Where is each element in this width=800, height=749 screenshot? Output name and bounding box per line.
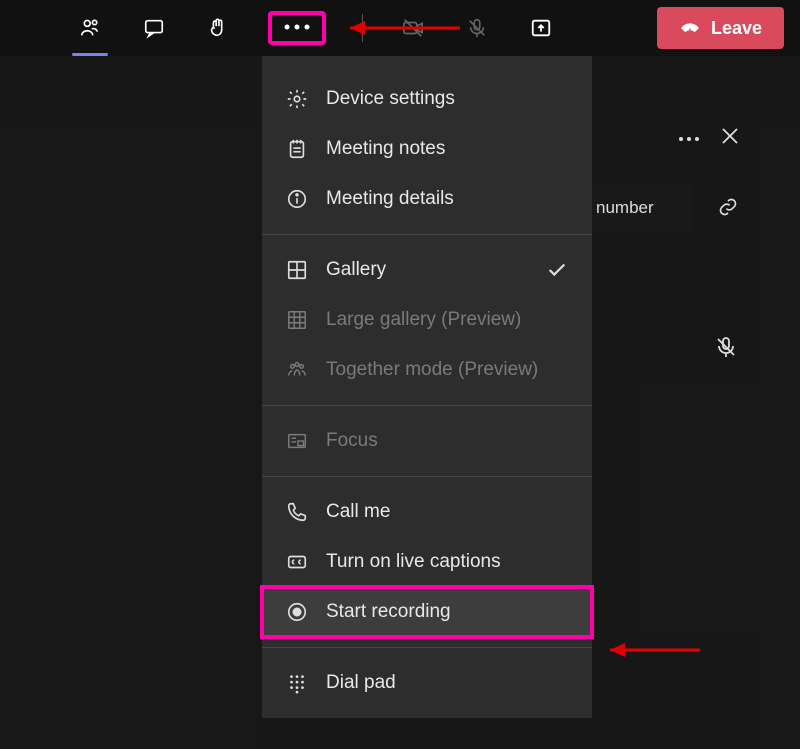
menu-separator <box>262 234 592 235</box>
menu-label: Dial pad <box>326 672 396 694</box>
cc-icon <box>286 551 308 573</box>
menu-separator <box>262 476 592 477</box>
menu-dial-pad[interactable]: Dial pad <box>262 658 592 708</box>
menu-label: Focus <box>326 430 378 452</box>
meeting-toolbar: Leave <box>0 0 800 56</box>
menu-label: Meeting notes <box>326 138 445 160</box>
panel-controls <box>678 128 738 149</box>
menu-device-settings[interactable]: Device settings <box>262 74 592 124</box>
menu-label: Turn on live captions <box>326 551 501 573</box>
record-icon <box>286 601 308 623</box>
menu-separator <box>262 405 592 406</box>
menu-start-recording[interactable]: Start recording <box>262 587 592 637</box>
raise-hand-icon[interactable] <box>204 14 232 42</box>
camera-off-icon[interactable] <box>399 14 427 42</box>
checkmark-icon <box>546 259 568 281</box>
menu-label: Device settings <box>326 88 455 110</box>
grid-2x2-icon <box>286 259 308 281</box>
menu-label: Large gallery (Preview) <box>326 309 521 331</box>
participants-icon[interactable] <box>76 14 104 42</box>
menu-together-mode: Together mode (Preview) <box>262 345 592 395</box>
info-icon <box>286 188 308 210</box>
menu-focus: Focus <box>262 416 592 466</box>
chat-icon[interactable] <box>140 14 168 42</box>
menu-live-captions[interactable]: Turn on live captions <box>262 537 592 587</box>
gear-icon <box>286 88 308 110</box>
more-actions-menu: Device settings Meeting notes Meeting de… <box>262 56 592 718</box>
share-screen-icon[interactable] <box>527 14 555 42</box>
toolbar-icons <box>76 11 555 45</box>
menu-large-gallery: Large gallery (Preview) <box>262 295 592 345</box>
phone-icon <box>286 501 308 523</box>
menu-label: Meeting details <box>326 188 454 210</box>
menu-label: Together mode (Preview) <box>326 359 538 381</box>
more-icon[interactable] <box>678 130 700 148</box>
close-icon[interactable] <box>722 128 738 149</box>
notes-icon <box>286 138 308 160</box>
menu-meeting-notes[interactable]: Meeting notes <box>262 124 592 174</box>
toolbar-separator <box>362 14 363 42</box>
partial-number-chip: number <box>592 185 692 231</box>
more-actions-button[interactable] <box>268 11 326 45</box>
dialpad-icon <box>286 672 308 694</box>
grid-3x3-icon <box>286 309 308 331</box>
link-icon[interactable] <box>718 197 738 222</box>
menu-call-me[interactable]: Call me <box>262 487 592 537</box>
mic-muted-indicator <box>714 335 738 364</box>
menu-separator <box>262 647 592 648</box>
people-group-icon <box>286 359 308 381</box>
menu-meeting-details[interactable]: Meeting details <box>262 174 592 224</box>
menu-label: Gallery <box>326 259 386 281</box>
menu-label: Start recording <box>326 601 451 623</box>
leave-button[interactable]: Leave <box>657 7 784 49</box>
menu-label: Call me <box>326 501 390 523</box>
leave-label: Leave <box>711 18 762 39</box>
menu-gallery[interactable]: Gallery <box>262 245 592 295</box>
mic-off-icon[interactable] <box>463 14 491 42</box>
focus-icon <box>286 430 308 452</box>
